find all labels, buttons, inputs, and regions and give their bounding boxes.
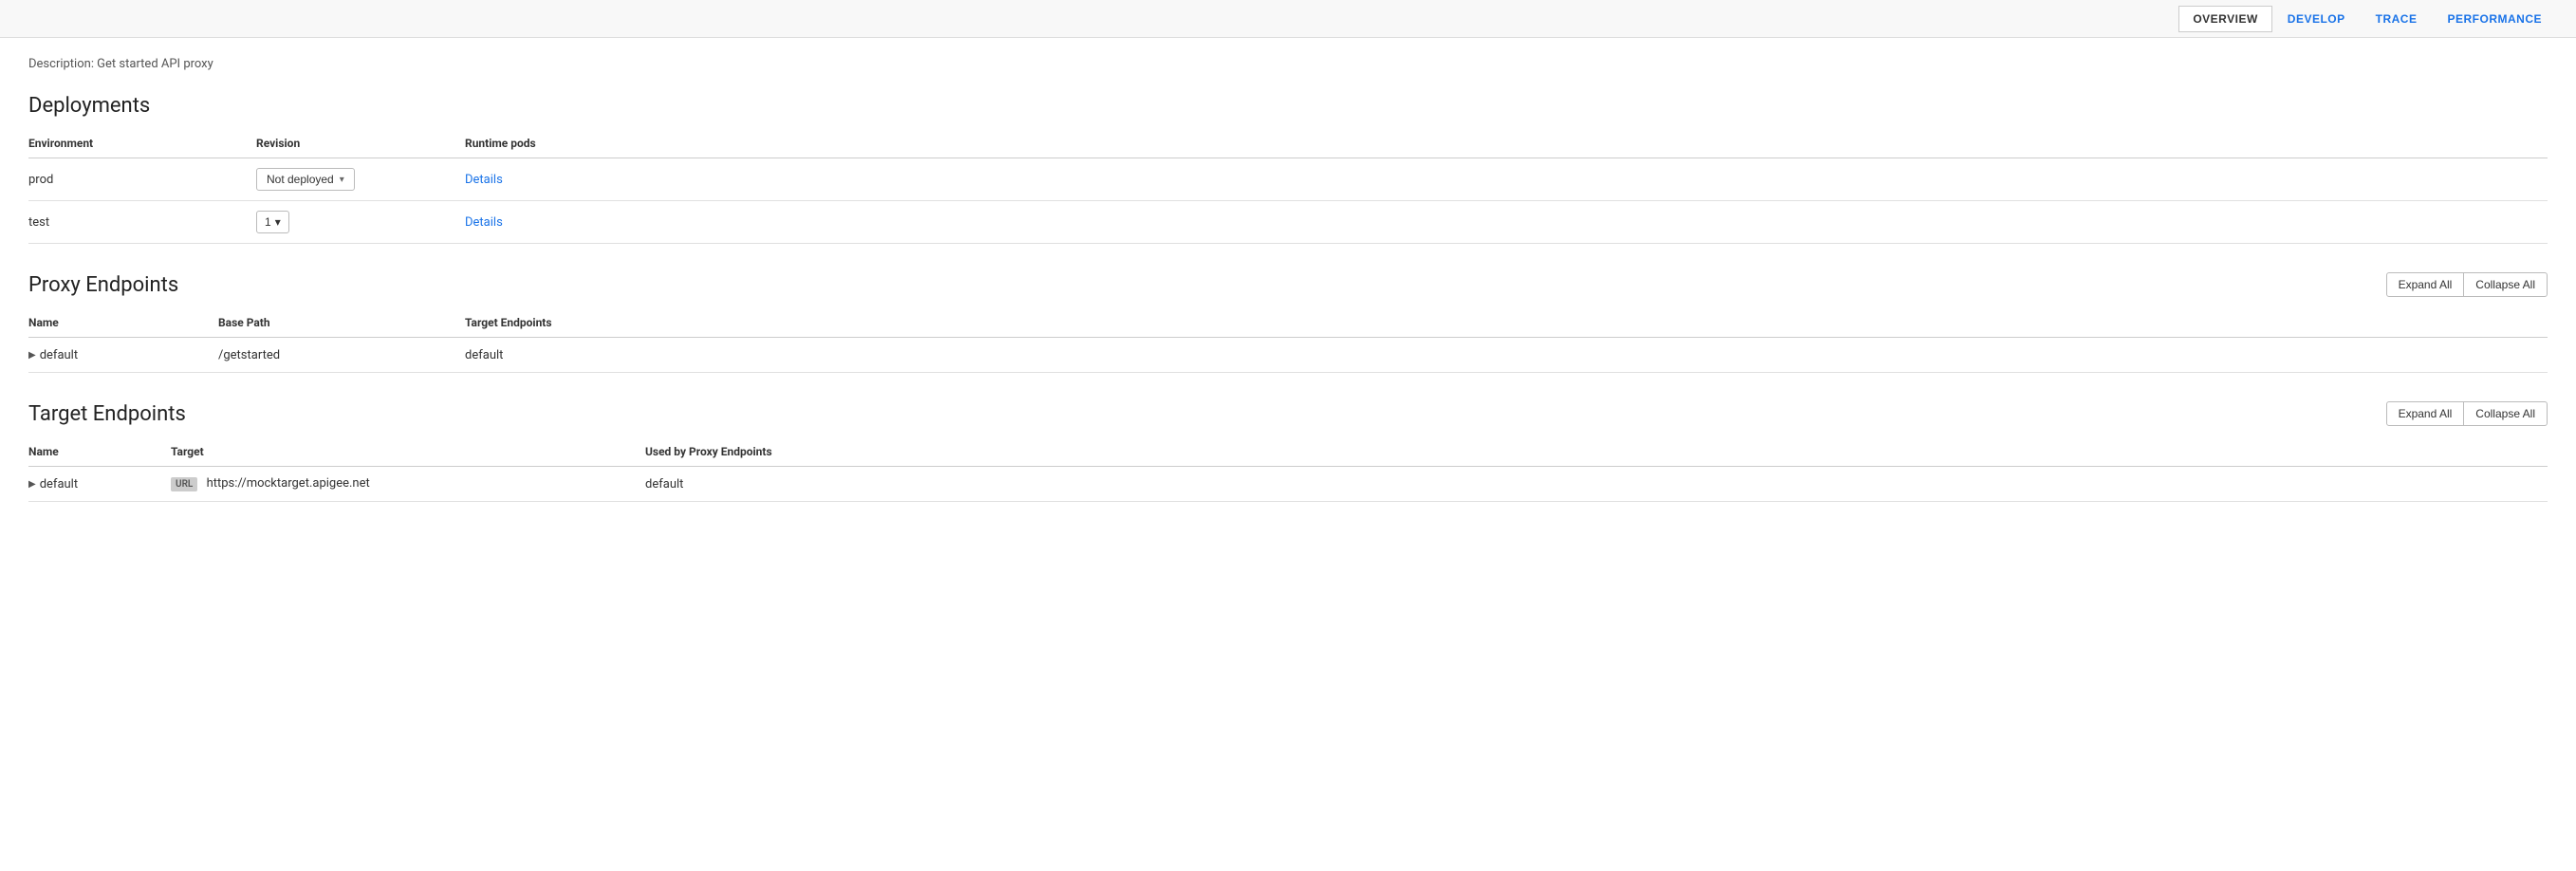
url-badge: URL bbox=[171, 477, 197, 491]
details-prod-cell: Details bbox=[465, 158, 2548, 201]
target-endpoints-title: Target Endpoints bbox=[28, 402, 186, 426]
proxy-collapse-all-button[interactable]: Collapse All bbox=[2463, 272, 2548, 297]
te-target-cell: URL https://mocktarget.apigee.net bbox=[171, 467, 645, 502]
col-te-used-by: Used by Proxy Endpoints bbox=[645, 437, 2548, 467]
tab-performance[interactable]: PERFORMANCE bbox=[2432, 5, 2557, 33]
col-pe-name: Name bbox=[28, 308, 218, 338]
proxy-endpoints-header: Proxy Endpoints Expand All Collapse All bbox=[28, 272, 2548, 297]
table-row: test 1 ▾ Details bbox=[28, 201, 2548, 244]
table-row: ▶ default URL https://mocktarget.apigee.… bbox=[28, 467, 2548, 502]
proxy-endpoints-actions: Expand All Collapse All bbox=[2387, 272, 2548, 297]
proxy-endpoints-table: Name Base Path Target Endpoints ▶ defaul… bbox=[28, 308, 2548, 373]
table-row: ▶ default /getstarted default bbox=[28, 338, 2548, 373]
pe-target-endpoints-cell: default bbox=[465, 338, 2548, 373]
target-endpoints-actions: Expand All Collapse All bbox=[2387, 401, 2548, 426]
pe-name-cell: ▶ default bbox=[28, 338, 218, 373]
te-target-url: https://mocktarget.apigee.net bbox=[207, 476, 370, 491]
target-collapse-all-button[interactable]: Collapse All bbox=[2463, 401, 2548, 426]
target-endpoints-table: Name Target Used by Proxy Endpoints ▶ de… bbox=[28, 437, 2548, 502]
top-nav: OVERVIEW DEVELOP TRACE PERFORMANCE bbox=[0, 0, 2576, 38]
revision-dropdown[interactable]: 1 ▾ bbox=[256, 211, 289, 233]
deployments-title: Deployments bbox=[28, 94, 2548, 118]
col-te-name: Name bbox=[28, 437, 171, 467]
col-environment: Environment bbox=[28, 129, 256, 158]
target-expand-all-button[interactable]: Expand All bbox=[2386, 401, 2465, 426]
col-pe-target-endpoints: Target Endpoints bbox=[465, 308, 2548, 338]
chevron-down-icon: ▾ bbox=[340, 175, 344, 185]
deployments-table: Environment Revision Runtime pods prod N… bbox=[28, 129, 2548, 244]
tab-trace[interactable]: TRACE bbox=[2361, 5, 2433, 33]
chevron-down-icon: ▾ bbox=[275, 215, 281, 229]
te-expand-toggle[interactable]: ▶ default bbox=[28, 477, 78, 491]
te-used-by-cell: default bbox=[645, 467, 2548, 502]
details-prod-link[interactable]: Details bbox=[465, 173, 503, 187]
tab-develop[interactable]: DEVELOP bbox=[2272, 5, 2361, 33]
tab-overview[interactable]: OVERVIEW bbox=[2178, 6, 2271, 32]
not-deployed-dropdown[interactable]: Not deployed ▾ bbox=[256, 168, 355, 191]
revision-test-cell: 1 ▾ bbox=[256, 201, 465, 244]
pe-expand-toggle[interactable]: ▶ default bbox=[28, 348, 78, 362]
proxy-expand-all-button[interactable]: Expand All bbox=[2386, 272, 2465, 297]
col-revision: Revision bbox=[256, 129, 465, 158]
env-test: test bbox=[28, 201, 256, 244]
pe-base-path-cell: /getstarted bbox=[218, 338, 465, 373]
description-text: Description: Get started API proxy bbox=[28, 57, 2548, 71]
chevron-right-icon: ▶ bbox=[28, 479, 36, 490]
chevron-right-icon: ▶ bbox=[28, 350, 36, 361]
te-name-cell: ▶ default bbox=[28, 467, 171, 502]
proxy-endpoints-title: Proxy Endpoints bbox=[28, 273, 178, 297]
col-runtime-pods: Runtime pods bbox=[465, 129, 2548, 158]
table-row: prod Not deployed ▾ Details bbox=[28, 158, 2548, 201]
env-prod: prod bbox=[28, 158, 256, 201]
details-test-link[interactable]: Details bbox=[465, 215, 503, 230]
target-endpoints-header: Target Endpoints Expand All Collapse All bbox=[28, 401, 2548, 426]
col-te-target: Target bbox=[171, 437, 645, 467]
main-content: Description: Get started API proxy Deplo… bbox=[0, 38, 2576, 549]
col-pe-base-path: Base Path bbox=[218, 308, 465, 338]
revision-prod-cell: Not deployed ▾ bbox=[256, 158, 465, 201]
details-test-cell: Details bbox=[465, 201, 2548, 244]
